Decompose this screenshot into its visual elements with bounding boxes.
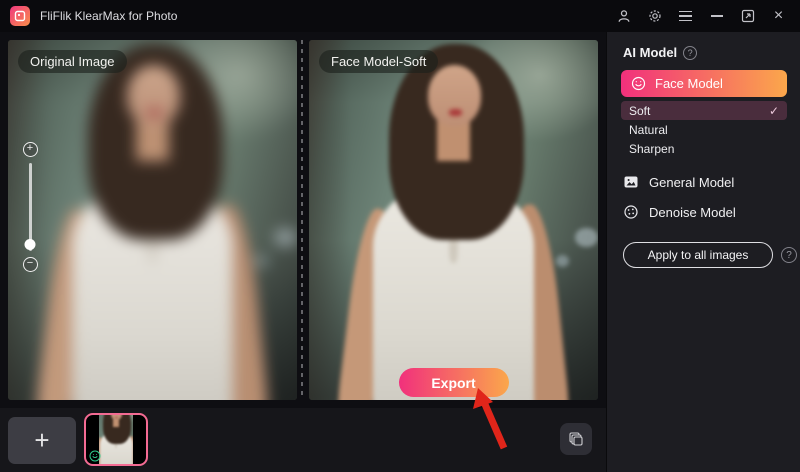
compare-area: Original Image + − Face Model-Soft Expor… bbox=[0, 32, 606, 408]
face-model-options: Soft ✓ Natural Sharpen bbox=[621, 101, 787, 158]
thumbnail-photo bbox=[99, 415, 133, 464]
menu-icon[interactable] bbox=[670, 0, 701, 32]
portrait-photo bbox=[99, 415, 133, 464]
maximize-icon[interactable] bbox=[732, 0, 763, 32]
apply-to-all-button[interactable]: Apply to all images bbox=[623, 242, 773, 268]
ai-model-help-icon[interactable]: ? bbox=[683, 46, 697, 60]
sidebar: AI Model ? Face Model Soft ✓ Natural Sha… bbox=[606, 32, 800, 472]
processed-status-icon bbox=[89, 449, 101, 461]
noise-dots-icon bbox=[623, 204, 639, 220]
apply-help-icon[interactable]: ? bbox=[781, 247, 797, 263]
close-icon[interactable]: × bbox=[763, 0, 794, 32]
option-natural[interactable]: Natural bbox=[621, 120, 787, 139]
picture-icon bbox=[623, 174, 639, 190]
app-logo-icon bbox=[10, 6, 30, 26]
batch-copy-button[interactable] bbox=[560, 423, 592, 455]
zoom-in-button[interactable]: + bbox=[23, 142, 38, 157]
window-title: FliFlik KlearMax for Photo bbox=[40, 9, 177, 23]
result-photo bbox=[309, 40, 598, 400]
settings-gear-icon[interactable] bbox=[639, 0, 670, 32]
minimize-icon[interactable] bbox=[701, 0, 732, 32]
denoise-model-item[interactable]: Denoise Model bbox=[623, 204, 736, 220]
portrait-photo bbox=[309, 40, 598, 400]
zoom-slider-thumb[interactable] bbox=[25, 239, 36, 250]
image-thumbnail[interactable] bbox=[84, 413, 148, 466]
result-image-panel: Face Model-Soft Export bbox=[309, 40, 598, 400]
smiley-face-icon bbox=[631, 76, 646, 91]
original-photo bbox=[8, 40, 297, 400]
checkmark-icon: ✓ bbox=[769, 104, 779, 118]
general-model-label: General Model bbox=[649, 175, 734, 190]
general-model-item[interactable]: General Model bbox=[623, 174, 734, 190]
zoom-slider-track[interactable] bbox=[29, 163, 32, 251]
face-model-button[interactable]: Face Model bbox=[621, 70, 787, 97]
original-image-label: Original Image bbox=[18, 50, 127, 73]
zoom-out-button[interactable]: − bbox=[23, 257, 38, 272]
titlebar-controls: × bbox=[608, 0, 794, 32]
face-model-label: Face Model bbox=[655, 76, 723, 91]
title-bar: FliFlik KlearMax for Photo × bbox=[0, 0, 800, 32]
denoise-model-label: Denoise Model bbox=[649, 205, 736, 220]
original-image-panel: Original Image + − bbox=[8, 40, 297, 400]
result-image-label: Face Model-Soft bbox=[319, 50, 438, 73]
account-icon[interactable] bbox=[608, 0, 639, 32]
add-image-button[interactable]: + bbox=[8, 417, 76, 464]
panel-divider bbox=[301, 40, 303, 400]
annotation-arrow bbox=[462, 386, 518, 452]
option-sharpen[interactable]: Sharpen bbox=[621, 139, 787, 158]
zoom-slider: + − bbox=[22, 142, 38, 272]
portrait-photo bbox=[8, 40, 297, 400]
ai-model-title: AI Model bbox=[623, 45, 677, 60]
apply-row: Apply to all images ? bbox=[623, 242, 797, 268]
ai-model-header: AI Model ? bbox=[623, 45, 697, 60]
option-soft[interactable]: Soft ✓ bbox=[621, 101, 787, 120]
